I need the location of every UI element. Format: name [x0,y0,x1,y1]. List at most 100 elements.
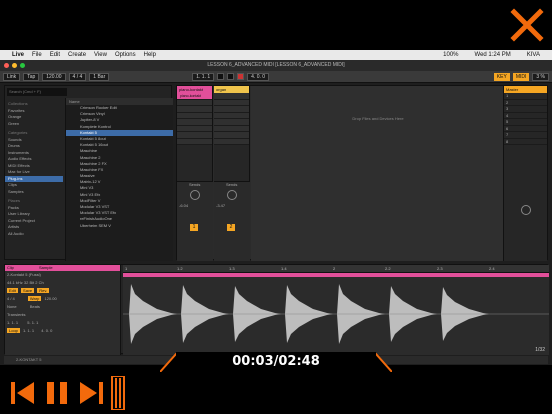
ruler-mark: 2 [333,266,336,271]
track-1-title[interactable]: piano-kontakt [177,86,212,93]
beat-ruler: 1 1.2 1.3 1.4 2 2.2 2.3 2.4 [123,265,549,273]
transport-bar: Link Tap 120.00 4 / 4 1 Bar 1. 1. 1 4. 0… [0,71,552,83]
track-2-mixer: Sends -3.47 2 [214,181,250,261]
stop-icon[interactable] [227,73,235,80]
clip-properties: Clip Sample 2-Kontakt 5 (Fussi) 44.1 kHz… [5,265,121,355]
place-all-audio[interactable]: All Audio [5,231,63,238]
ruler-mark: 1.2 [177,266,183,271]
timecode: 00:03/02:48 [176,352,376,372]
window-zoom-button[interactable] [20,63,25,68]
clip-region-bar[interactable] [123,273,549,277]
menu-live[interactable]: Live [12,52,24,58]
clip-slot[interactable] [177,138,212,145]
menu-create[interactable]: Create [68,52,86,58]
transients-select[interactable]: Transients [7,312,26,317]
transients-row: Transients [5,311,120,319]
key-map-button[interactable]: KEY [493,72,510,81]
cpu-meter: 3 % [532,72,549,81]
ruler-mark: 1.3 [229,266,235,271]
link-button[interactable]: Link [3,72,21,81]
window-close-button[interactable] [4,63,9,68]
tempo-field[interactable]: 120.00 [42,72,66,81]
sample-title: Sample [39,265,53,270]
drop-message: Drop Files and Devices Here [352,116,404,121]
close-x-icon[interactable] [508,6,546,44]
waveform-editor[interactable]: 1 1.2 1.3 1.4 2 2.2 2.3 2.4 1/32 [123,265,549,355]
clip-name[interactable]: 2-Kontakt 5 (Fussi) [5,271,120,279]
clip-signature[interactable]: 4 / 4 [7,296,15,301]
midi-map-button[interactable]: MIDI [512,72,530,81]
window-minimize-button[interactable] [12,63,17,68]
volume-value[interactable]: -6.04 [177,203,213,208]
top-bar [0,0,552,50]
warp-mode-select[interactable]: Beats [30,304,40,309]
menu-file[interactable]: File [32,52,42,58]
groove-select[interactable]: None [7,304,17,309]
skip-back-icon[interactable] [8,378,38,408]
signature-row: 4 / 4 Warp 120.00 [5,295,120,303]
track-1: piano-kontakt piano-kontakt Sends -6.04 … [177,86,213,261]
player-controls [0,372,552,414]
start-row: 1. 1. 1 5. 1. 1 [5,319,120,327]
reverse-button[interactable]: Rev. [37,288,50,293]
browser-panel: Search (Cmd + F) Collections Favorites O… [4,85,173,261]
end-value[interactable]: 5. 1. 1 [27,320,38,325]
loop-position[interactable]: 1. 1. 1 [23,328,34,333]
menu-help[interactable]: Help [144,52,156,58]
clock: Wed 1:24 PM [474,52,511,58]
seg-bpm[interactable]: 120.00 [44,296,56,301]
warp-button[interactable]: Warp [27,296,42,301]
edit-button[interactable]: Edit [7,288,18,293]
menu-view[interactable]: View [94,52,107,58]
collection-green[interactable]: Green [5,121,63,128]
play-icon[interactable] [217,73,225,80]
sample-info: 44.1 kHz 32 Bit 2 Ch [7,280,44,285]
quantize-select[interactable]: 1 Bar [89,72,110,81]
master-title[interactable]: Master [504,86,547,93]
browser-sidebar: Collections Favorites Orange Green Categ… [5,98,63,261]
category-samples[interactable]: Samples [5,189,63,196]
ruler-mark: 2.3 [437,266,443,271]
clip-title: Clip [7,265,14,270]
menu-options[interactable]: Options [115,52,136,58]
sends-label: Sends [189,182,201,187]
browser-file-list: Name Crimson Rocker Edit Crimson Vinyl J… [65,98,173,261]
track-1-mixer: Sends -6.04 1 [177,181,213,261]
signature-field[interactable]: 4 / 4 [68,72,87,81]
browser-search-input[interactable]: Search (Cmd + F) [7,88,67,96]
track-number[interactable]: 1 [190,224,198,231]
skip-forward-icon[interactable] [76,378,106,408]
loop-button[interactable]: Loop [7,328,20,333]
master-volume-knob[interactable] [520,205,531,215]
loop-length-field[interactable]: 4. 0. 0 [247,72,270,81]
pause-icon[interactable] [42,378,72,408]
menu-edit[interactable]: Edit [50,52,60,58]
start-value[interactable]: 1. 1. 1 [7,320,18,325]
groove-row: None Beats [5,303,120,311]
record-icon[interactable] [237,73,245,80]
loop-length[interactable]: 4. 0. 0 [41,328,52,333]
progress-handle[interactable] [110,376,126,410]
master-track: Master 1 2 3 4 5 6 7 8 [503,86,547,261]
sends-label: Sends [226,182,238,187]
mac-menubar: Live File Edit Create View Options Help … [0,50,552,60]
track-number[interactable]: 2 [227,224,235,231]
volume-value[interactable]: -3.47 [214,203,250,208]
save-button[interactable]: Save [21,288,35,293]
session-view: piano-kontakt piano-kontakt Sends -6.04 … [176,85,548,261]
drop-zone[interactable]: Drop Files and Devices Here [251,86,505,261]
position-field[interactable]: 1. 1. 1 [192,72,215,81]
list-item[interactable]: Uberheim SEM V [66,223,173,229]
clip-slot[interactable] [214,138,249,145]
sample-buttons: Edit Save Rev. [5,287,120,295]
track-2-title[interactable]: organ [214,86,249,93]
send-knob[interactable] [227,190,237,200]
ruler-mark: 1.4 [281,266,287,271]
track-2: organ Sends -3.47 2 [214,86,250,261]
battery-status: 100% [443,52,459,58]
tap-button[interactable]: Tap [23,72,40,81]
scene-launch[interactable]: 8 [504,139,547,145]
recorded-screen: Live File Edit Create View Options Help … [0,50,552,365]
send-knob[interactable] [190,190,200,200]
ruler-mark: 2.2 [385,266,391,271]
